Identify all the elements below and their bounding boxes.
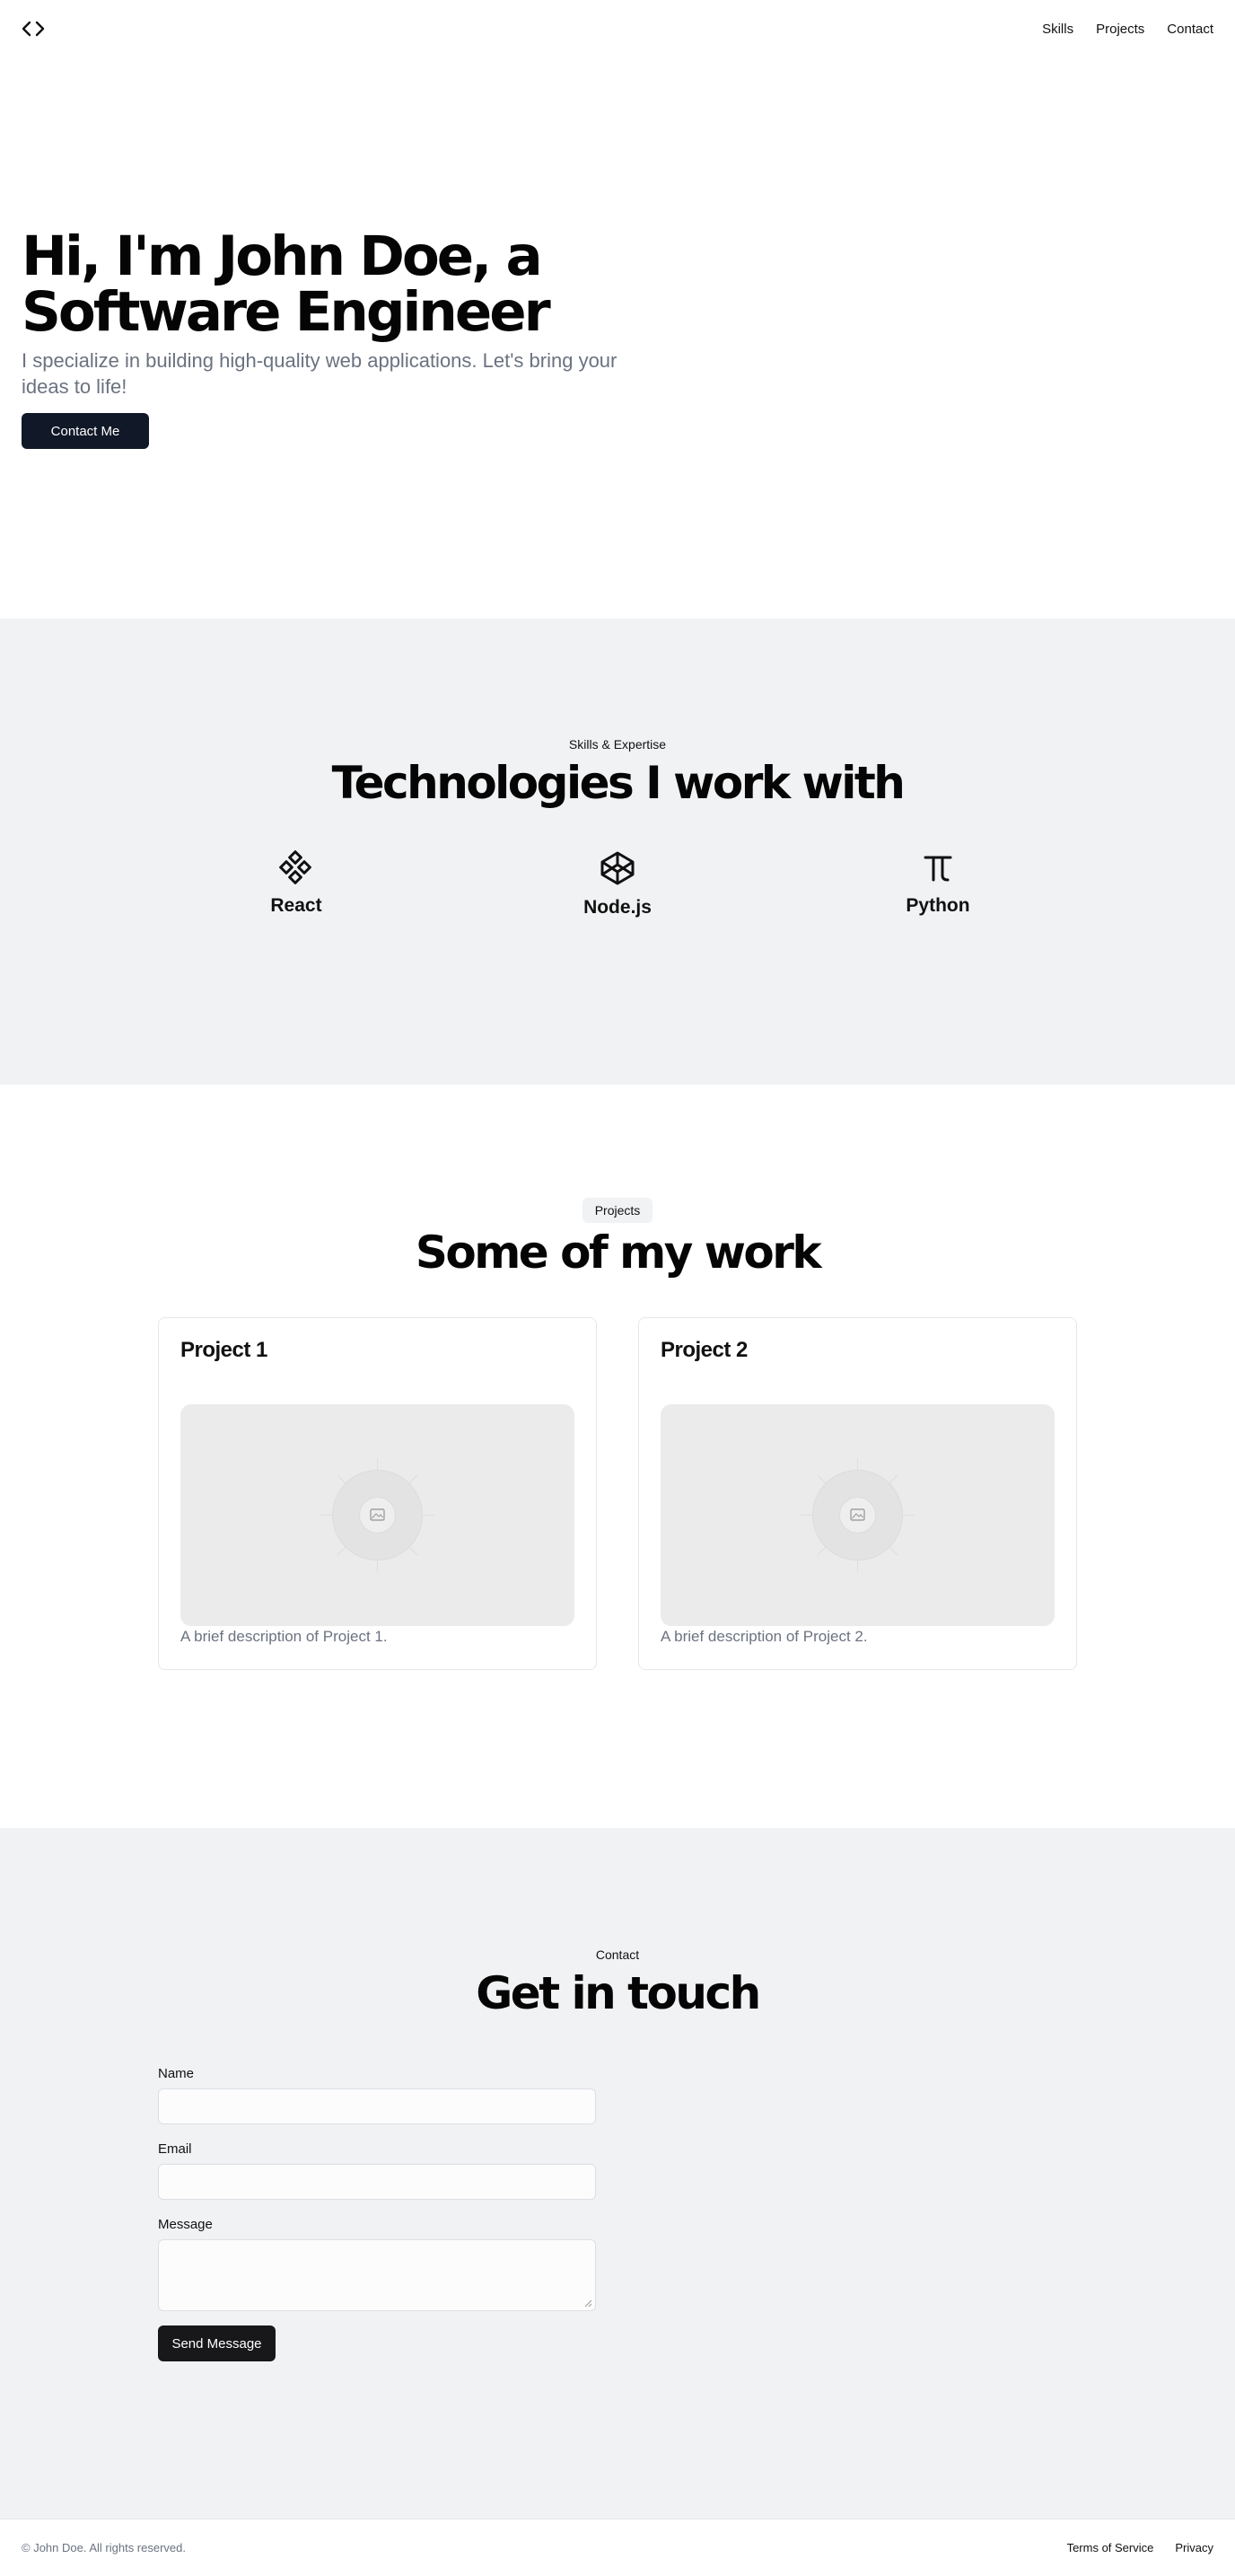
message-textarea[interactable]	[158, 2239, 596, 2311]
email-input[interactable]	[158, 2164, 596, 2200]
skills-section: Skills & Expertise Technologies I work w…	[0, 619, 1235, 1085]
nav-link-skills[interactable]: Skills	[1042, 22, 1073, 37]
code-brackets-icon	[22, 21, 45, 37]
project-card-1[interactable]: Project 1 A brief description of Project…	[158, 1317, 597, 1670]
codepen-icon	[600, 851, 635, 885]
copyright-text: © John Doe. All rights reserved.	[22, 2541, 186, 2554]
footer-links: Terms of Service Privacy	[1067, 2541, 1213, 2554]
skill-python: Python	[848, 850, 1028, 917]
contact-section: Contact Get in touch Name Email Message …	[0, 1828, 1235, 2519]
project-title: Project 2	[661, 1338, 748, 1362]
image-placeholder-icon	[320, 1458, 434, 1572]
project-image	[661, 1404, 1055, 1626]
site-header: Skills Projects Contact	[0, 0, 1235, 57]
skill-name: Python	[906, 895, 970, 916]
resize-grip-icon[interactable]	[584, 2299, 592, 2308]
contact-form: Name Email Message Send Message	[158, 2066, 596, 2361]
hero-title-line2: Software Engineer	[22, 280, 551, 344]
projects-section: Projects Some of my work Project 1 A bri…	[0, 1085, 1235, 1828]
footer-link-terms[interactable]: Terms of Service	[1067, 2541, 1154, 2554]
hero-title: Hi, I'm John Doe, a Software Engineer	[22, 229, 704, 340]
project-description: A brief description of Project 1.	[180, 1628, 388, 1645]
pi-icon	[924, 856, 952, 882]
logo-link[interactable]	[22, 20, 45, 38]
image-placeholder-icon	[801, 1458, 915, 1572]
footer-link-privacy[interactable]: Privacy	[1175, 2541, 1213, 2554]
skill-nodejs: Node.js	[528, 850, 707, 919]
component-icon	[279, 850, 311, 884]
name-label: Name	[158, 2066, 195, 2081]
contact-title: Get in touch	[476, 1967, 761, 2019]
skill-name: Node.js	[583, 897, 652, 918]
skill-name: React	[270, 895, 322, 916]
project-description: A brief description of Project 2.	[661, 1628, 868, 1645]
hero-subtitle: I specialize in building high-quality we…	[22, 349, 618, 398]
project-card-2[interactable]: Project 2 A brief description of Project…	[638, 1317, 1077, 1670]
nav-link-contact[interactable]: Contact	[1167, 22, 1213, 37]
projects-title: Some of my work	[415, 1226, 822, 1279]
site-footer: © John Doe. All rights reserved. Terms o…	[0, 2519, 1235, 2576]
nav-link-projects[interactable]: Projects	[1096, 22, 1144, 37]
hero-title-line1: Hi, I'm John Doe, a	[22, 224, 543, 288]
email-label: Email	[158, 2141, 192, 2157]
hero-content: Hi, I'm John Doe, a Software Engineer I …	[22, 229, 704, 449]
skills-title: Technologies I work with	[331, 757, 906, 809]
send-message-button[interactable]: Send Message	[158, 2325, 276, 2361]
main-nav: Skills Projects Contact	[1042, 22, 1213, 37]
message-label: Message	[158, 2217, 213, 2232]
skill-react: React	[206, 850, 386, 917]
contact-me-button[interactable]: Contact Me	[22, 413, 149, 449]
name-input[interactable]	[158, 2088, 596, 2124]
contact-kicker: Contact	[595, 1947, 640, 1962]
hero-section: Hi, I'm John Doe, a Software Engineer I …	[0, 57, 1235, 619]
project-title: Project 1	[180, 1338, 267, 1362]
projects-badge: Projects	[582, 1198, 653, 1223]
skills-kicker: Skills & Expertise	[568, 737, 667, 752]
project-image	[180, 1404, 574, 1626]
